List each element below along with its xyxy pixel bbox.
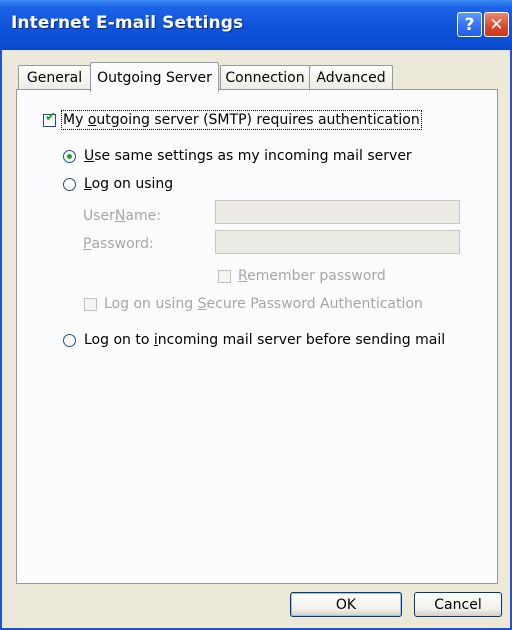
tab-connection[interactable]: Connection <box>220 65 310 90</box>
log-on-incoming-row[interactable]: Log on to incoming mail server before se… <box>63 332 445 348</box>
help-icon: ? <box>464 14 475 35</box>
close-icon: ✕ <box>489 14 504 35</box>
log-on-incoming-label: Log on to incoming mail server before se… <box>84 332 446 348</box>
outgoing-server-panel: ✔ My outgoing server (SMTP) requires aut… <box>16 89 498 584</box>
window-title: Internet E-mail Settings <box>11 13 244 33</box>
same-settings-label: Use same settings as my incoming mail se… <box>84 148 412 164</box>
checkmark-icon: ✔ <box>45 109 56 125</box>
log-on-incoming-radio[interactable] <box>63 333 76 347</box>
spa-label: Log on using Secure Password Authenticat… <box>104 296 423 312</box>
username-label: User Name: <box>83 208 161 224</box>
ok-button[interactable]: OK <box>290 592 402 617</box>
same-settings-radio[interactable] <box>63 149 76 163</box>
tab-general[interactable]: General <box>18 65 91 90</box>
spa-row[interactable]: Log on using Secure Password Authenticat… <box>84 296 423 312</box>
cancel-button[interactable]: Cancel <box>414 592 502 617</box>
smtp-auth-label: My outgoing server (SMTP) requires authe… <box>61 110 422 130</box>
log-on-using-row[interactable]: Log on using <box>63 176 173 192</box>
title-bar[interactable]: Internet E-mail Settings ? ✕ <box>0 0 512 50</box>
password-label: Password: <box>83 236 154 252</box>
log-on-using-radio[interactable] <box>63 177 76 191</box>
same-settings-row[interactable]: Use same settings as my incoming mail se… <box>63 148 412 164</box>
dialog-window: Internet E-mail Settings ? ✕ General Out… <box>0 0 512 630</box>
tab-advanced[interactable]: Advanced <box>309 65 393 90</box>
help-button[interactable]: ? <box>457 12 482 37</box>
close-button[interactable]: ✕ <box>484 12 509 37</box>
username-input[interactable] <box>215 200 460 224</box>
remember-password-row[interactable]: Remember password <box>218 268 386 284</box>
log-on-using-label: Log on using <box>84 176 174 192</box>
spa-checkbox[interactable] <box>84 297 97 311</box>
smtp-auth-row[interactable]: ✔ My outgoing server (SMTP) requires aut… <box>43 109 422 130</box>
password-input[interactable] <box>215 230 460 254</box>
remember-password-label: Remember password <box>238 268 386 284</box>
remember-password-checkbox[interactable] <box>218 269 231 283</box>
smtp-auth-checkbox[interactable]: ✔ <box>43 109 56 127</box>
tab-outgoing-server[interactable]: Outgoing Server <box>90 62 219 92</box>
